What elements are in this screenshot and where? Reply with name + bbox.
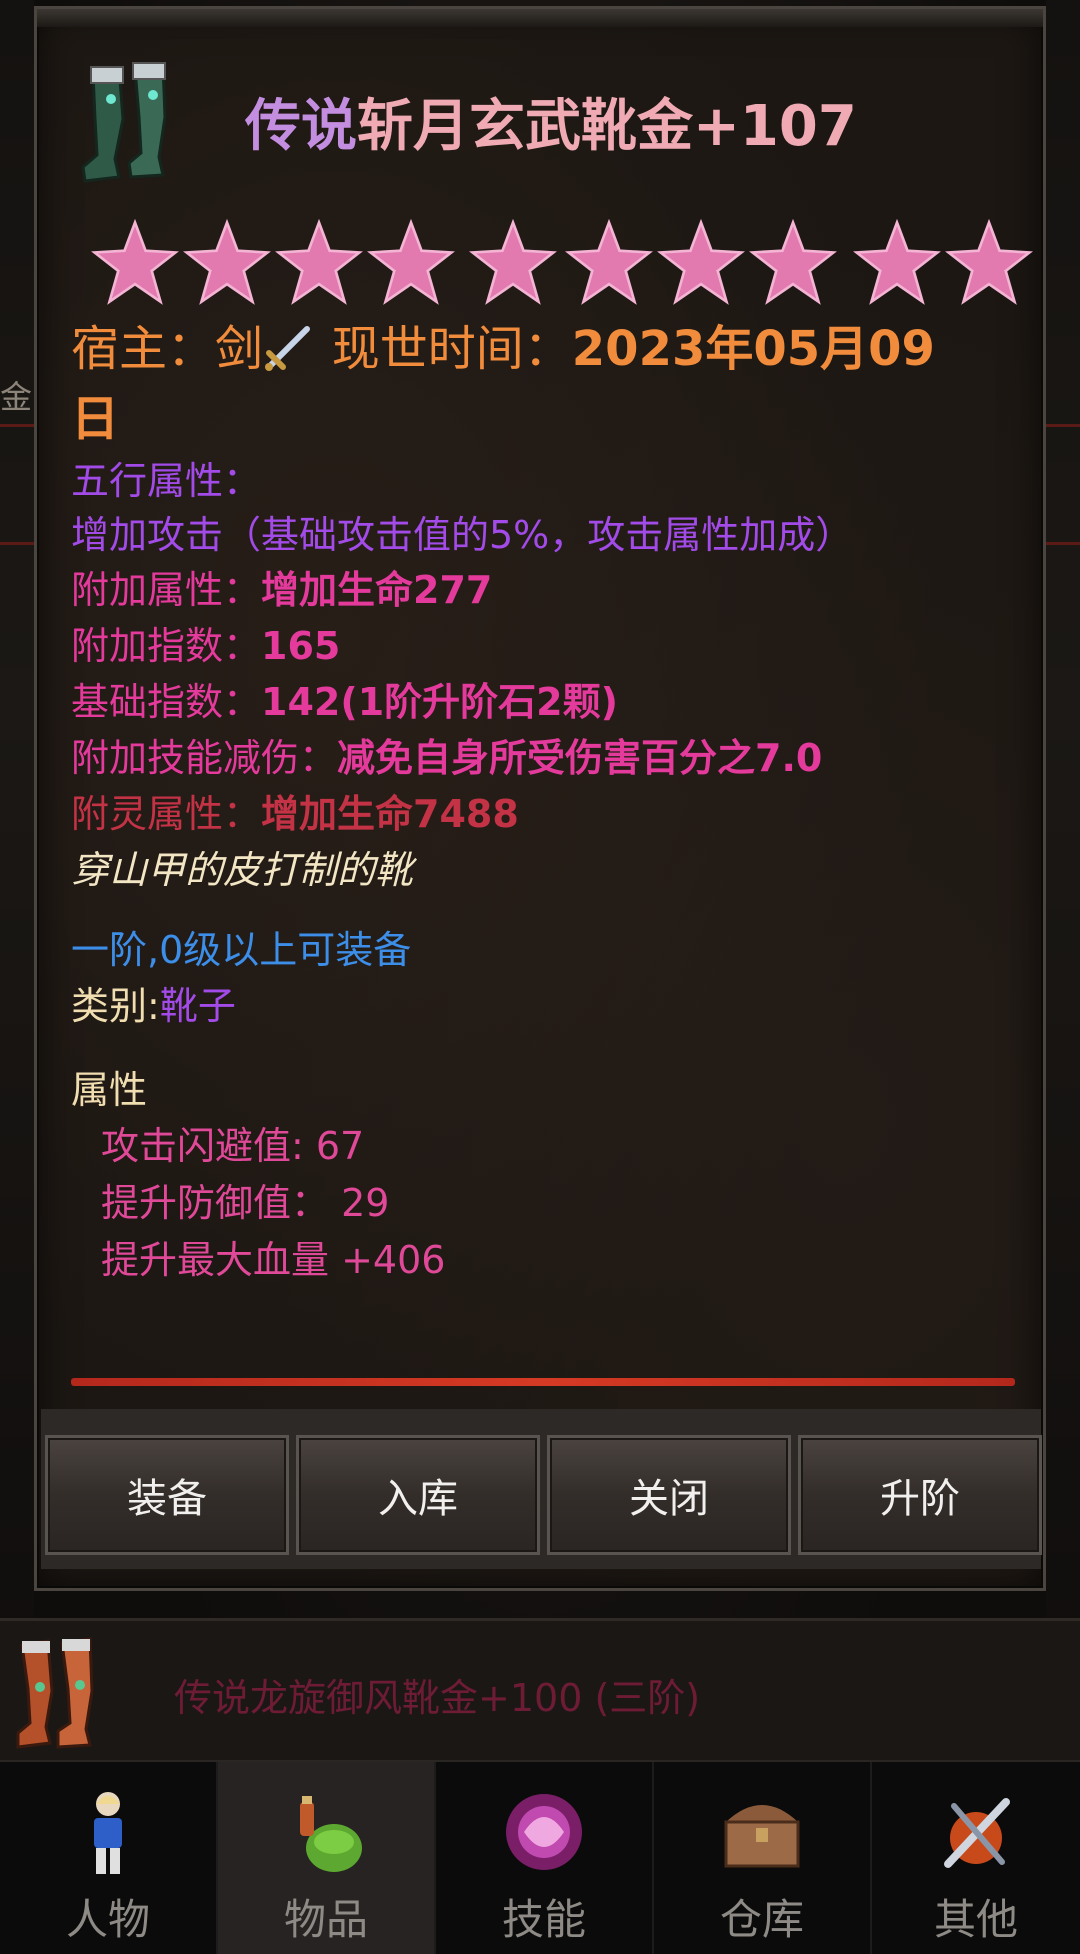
owner-name: 剑 [215, 321, 264, 377]
category-label: 类别: [71, 984, 160, 1028]
spirit-attr-value: 增加生命7488 [261, 792, 519, 836]
star-icon [275, 219, 363, 305]
spirit-attr-line: 附灵属性：增加生命7488 [71, 786, 1031, 842]
star-icon [853, 219, 941, 305]
attribute-item: 提升最大血量 +406 [101, 1238, 446, 1282]
store-button[interactable]: 入库 [296, 1435, 540, 1555]
star-icon [367, 219, 455, 305]
time-label: 现世时间： [331, 321, 572, 377]
extra-attr-label: 附加属性： [71, 568, 262, 612]
nav-item-warehouse[interactable]: 仓库 [654, 1762, 870, 1954]
boots-icon [75, 59, 195, 189]
extra-attr-line: 附加属性：增加生命277 [71, 562, 1031, 618]
nav-item-character[interactable]: 人物 [0, 1762, 216, 1954]
item-title: 传说斩月玄武靴金+107 [245, 81, 857, 162]
equip-button[interactable]: 装备 [45, 1435, 289, 1555]
extra-index-line: 附加指数：165 [71, 618, 1031, 674]
background-line [0, 424, 34, 427]
attribute-item: 提升防御值： 29 [101, 1181, 390, 1225]
extra-index-value: 165 [261, 624, 341, 668]
five-elements-line: 五行属性： 增加攻击（基础攻击值的5%，攻击属性加成） [71, 454, 1031, 562]
extra-index-label: 附加指数： [71, 624, 262, 668]
five-elements-value: 增加攻击（基础攻击值的5%，攻击属性加成） [71, 513, 854, 557]
upgrade-button[interactable]: 升阶 [798, 1435, 1042, 1555]
item-description: 穿山甲的皮打制的靴 [71, 848, 414, 892]
inventory-item-label: 传说龙旋御风靴金+100 (三阶) [174, 1676, 701, 1720]
close-button[interactable]: 关闭 [547, 1435, 791, 1555]
equip-requirement: 一阶,0级以上可装备 [71, 928, 412, 972]
time-value-wrap: 日 [71, 391, 120, 447]
star-icon [469, 219, 557, 305]
item-title-name: 斩月玄武靴金+107 [357, 94, 857, 159]
item-properties: 宿主：剑 现世时间：2023年05月09 日 五行属性： 增加攻击（基础攻击值的5… [71, 314, 1031, 1289]
star-icon [945, 219, 1033, 305]
star-icon [91, 219, 179, 305]
background-line [1046, 424, 1080, 427]
base-index-line: 基础指数：142(1阶升阶石2颗) [71, 674, 1031, 730]
background-left-edge [0, 0, 34, 1760]
treasure-chest-icon [724, 1805, 800, 1868]
spirit-attr-label: 附灵属性： [71, 792, 262, 836]
nav-item-items[interactable]: 物品 [218, 1762, 434, 1954]
background-edge-text: 金 [0, 378, 33, 416]
skill-orb-icon [506, 1794, 582, 1870]
character-icon [94, 1792, 122, 1874]
nav-item-other[interactable]: 其他 [872, 1762, 1080, 1954]
extra-attr-value: 增加生命277 [261, 568, 493, 612]
item-title-rarity: 传说 [245, 94, 357, 159]
bottom-navigation: 人物 物品 技能 仓库 其他 [0, 1760, 1080, 1954]
base-index-label: 基础指数： [71, 680, 262, 724]
dialog-top-border [37, 9, 1043, 27]
skill-reduce-line: 附加技能减伤：减免自身所受伤害百分之7.0 [71, 730, 1031, 786]
nav-label: 其他 [933, 1895, 1018, 1944]
attributes-title: 属性 [71, 1068, 148, 1112]
divider [71, 1378, 1015, 1386]
star-icon [183, 219, 271, 305]
star-icon [749, 219, 837, 305]
category-line: 类别:靴子 [71, 978, 1031, 1034]
background-right-edge [1046, 0, 1080, 1760]
star-rating [71, 219, 1051, 309]
owner-line: 宿主：剑 现世时间：2023年05月09 日 [71, 314, 1031, 454]
action-button-bar: 装备 入库 关闭 升阶 [41, 1409, 1042, 1569]
five-elements-label: 五行属性： [71, 459, 262, 503]
nav-item-skills[interactable]: 技能 [436, 1762, 652, 1954]
background-line [0, 542, 34, 545]
sword-icon [263, 321, 315, 377]
inventory-list-item[interactable]: 传说龙旋御风靴金+100 (三阶) [0, 1618, 1080, 1763]
owner-label: 宿主： [71, 321, 216, 377]
attribute-item: 攻击闪避值: 67 [101, 1124, 365, 1168]
game-screen: 金 传说斩月玄武靴金+107 宿主：剑 现世时间：2023年05月09 日 五行… [0, 0, 1080, 1954]
star-icon [565, 219, 653, 305]
category-value: 靴子 [159, 984, 236, 1028]
potion-bag-icon [300, 1796, 362, 1872]
base-index-value: 142(1阶升阶石2颗) [261, 680, 618, 724]
nav-label: 物品 [283, 1895, 368, 1944]
nav-label: 技能 [501, 1895, 586, 1944]
item-detail-dialog: 传说斩月玄武靴金+107 宿主：剑 现世时间：2023年05月09 日 五行属性… [34, 6, 1046, 1591]
nav-label: 人物 [65, 1895, 150, 1944]
nav-label: 仓库 [719, 1895, 804, 1944]
skill-reduce-label: 附加技能减伤： [71, 736, 338, 780]
boots-icon [12, 1631, 122, 1751]
crossed-swords-icon [944, 1798, 1010, 1868]
star-icon [657, 219, 745, 305]
skill-reduce-value: 减免自身所受伤害百分之7.0 [337, 736, 823, 780]
background-line [1046, 542, 1080, 545]
time-value: 2023年05月09 [571, 321, 935, 377]
